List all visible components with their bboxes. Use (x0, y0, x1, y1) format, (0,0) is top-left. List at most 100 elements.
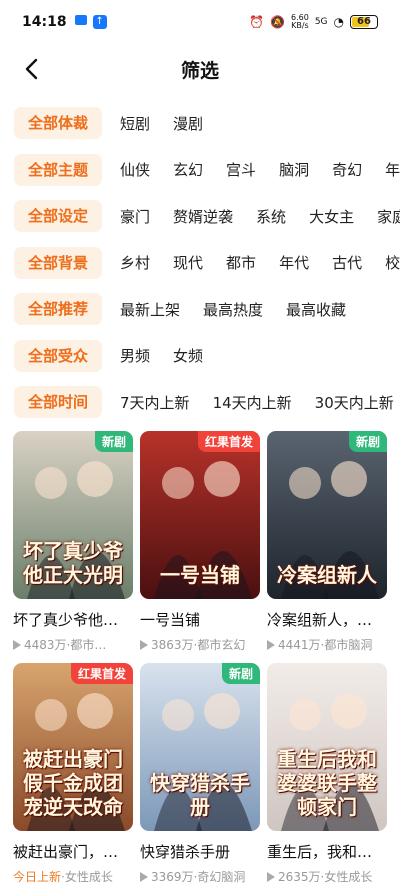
play-count-icon (140, 872, 148, 882)
poster-badge: 红果首发 (197, 431, 260, 452)
header: 筛选 (0, 44, 400, 94)
filter-option[interactable]: 校园 (385, 252, 400, 273)
filter-row: 全部背景乡村 现代 都市 年代 古代 校园 (0, 240, 400, 287)
drama-meta: 4483万·都市… (13, 636, 133, 653)
filter-chip-selected[interactable]: 全部体裁 (14, 107, 103, 140)
filter-option[interactable]: 30天内上新 (315, 392, 394, 413)
filter-option[interactable]: 短剧 (120, 113, 150, 134)
filter-chip-selected[interactable]: 全部主题 (14, 153, 103, 186)
filter-option[interactable]: 古代 (332, 252, 362, 273)
filter-option[interactable]: 都市 (226, 252, 256, 273)
filter-option[interactable]: 玄幻 (173, 159, 203, 180)
signal-icon: 5G (314, 17, 328, 27)
filter-chip-selected[interactable]: 全部背景 (14, 246, 103, 279)
mute-icon: 🔕 (270, 15, 285, 29)
drama-poster[interactable]: 坏了真少爷他正大光明 新剧 (13, 431, 133, 599)
drama-meta: 2635万·女性成长 (267, 868, 387, 885)
genre-tags: 都市玄幻 (197, 638, 246, 652)
filter-row: 全部受众 男频 女频 (0, 333, 400, 380)
filter-option[interactable]: 漫剧 (173, 113, 203, 134)
play-count: 3369万 (151, 870, 194, 884)
drama-title[interactable]: 重生后，我和… (267, 841, 387, 862)
poster-title-art: 被赶出豪门假千金成团宠逆天改命 (23, 747, 123, 819)
filter-chip-selected[interactable]: 全部时间 (14, 386, 103, 419)
filter-row: 全部主题仙侠 玄幻 宫斗 脑洞 奇幻 年代 (0, 147, 400, 194)
genre-tags: 都市脑洞 (324, 638, 373, 652)
play-count: 4441万 (278, 638, 321, 652)
filter-row: 全部体裁 短剧 漫剧 (0, 100, 400, 147)
filter-option[interactable]: 年代 (385, 159, 400, 180)
alarm-icon: ⏰ (249, 15, 265, 29)
filter-row: 全部时间 7天内上新 14天内上新 30天内上新 (0, 379, 400, 426)
drama-poster[interactable]: 一号当铺 红果首发 (140, 431, 260, 599)
play-count-icon (13, 640, 21, 650)
drama-poster[interactable]: 冷案组新人 新剧 (267, 431, 387, 599)
poster-title-art: 快穿猎杀手册 (150, 771, 250, 819)
filter-option[interactable]: 宫斗 (226, 159, 256, 180)
wifi-icon: ◔ (333, 15, 344, 29)
filter-option[interactable]: 最高热度 (203, 299, 263, 320)
drama-title[interactable]: 被赶出豪门，… (13, 841, 133, 862)
play-count-icon (267, 640, 275, 650)
drama-meta: 3863万·都市玄幻 (140, 636, 260, 653)
drama-title[interactable]: 快穿猎杀手册 (140, 841, 260, 862)
message-icon (74, 15, 87, 25)
poster-title-art: 一号当铺 (160, 563, 240, 587)
poster-badge: 红果首发 (70, 663, 133, 684)
filter-option[interactable]: 奇幻 (332, 159, 362, 180)
filter-chip-selected[interactable]: 全部推荐 (14, 293, 103, 326)
drama-title[interactable]: 冷案组新人，… (267, 609, 387, 630)
filter-option[interactable]: 仙侠 (120, 159, 150, 180)
new-today-label: 今日上新 (13, 870, 62, 884)
drama-title[interactable]: 坏了真少爷他… (13, 609, 133, 630)
status-bar: 14:18 ↑ ⏰ 🔕 6.60 KB/s 5G ◔ 66 (0, 0, 400, 44)
genre-tags: 女性成长 (64, 870, 113, 884)
page-title: 筛选 (180, 59, 219, 82)
filter-option[interactable]: 家庭 (377, 206, 400, 227)
drama-card[interactable]: 被赶出豪门假千金成团宠逆天改命 红果首发被赶出豪门，… 今日上新·女性成长 (13, 663, 133, 885)
play-count: 2635万 (278, 870, 321, 884)
poster-badge: 新剧 (94, 431, 133, 452)
filter-row: 全部推荐 最新上架 最高热度 最高收藏 (0, 286, 400, 333)
drama-meta: 3369万·奇幻脑洞 (140, 868, 260, 885)
drama-poster[interactable]: 被赶出豪门假千金成团宠逆天改命 红果首发 (13, 663, 133, 831)
filter-option[interactable]: 大女主 (309, 206, 354, 227)
poster-title-art: 重生后我和婆婆联手整顿家门 (277, 747, 377, 819)
play-count-icon (267, 872, 275, 882)
drama-card[interactable]: 快穿猎杀手册 新剧 快穿猎杀手册 3369万·奇幻脑洞 (140, 663, 260, 885)
drama-meta: 4441万·都市脑洞 (267, 636, 387, 653)
filter-option[interactable]: 年代 (279, 252, 309, 273)
poster-title-art: 冷案组新人 (277, 563, 377, 587)
filter-row: 全部设定 豪门 赘婿逆袭 系统 大女主 家庭 (0, 193, 400, 240)
filter-option[interactable]: 现代 (173, 252, 203, 273)
poster-badge: 新剧 (348, 431, 387, 452)
drama-title[interactable]: 一号当铺 (140, 609, 260, 630)
poster-title-art: 坏了真少爷他正大光明 (23, 539, 123, 587)
genre-tags: 女性成长 (324, 870, 373, 884)
genre-tags: 都市… (70, 638, 107, 652)
filter-option[interactable]: 豪门 (120, 206, 150, 227)
status-time: 14:18 (22, 14, 67, 30)
filter-option[interactable]: 乡村 (120, 252, 150, 273)
back-arrow-icon[interactable] (20, 56, 46, 82)
drama-poster[interactable]: 重生后我和婆婆联手整顿家门 (267, 663, 387, 831)
filter-chip-selected[interactable]: 全部设定 (14, 200, 103, 233)
filter-option[interactable]: 最新上架 (120, 299, 180, 320)
filter-option[interactable]: 赘婿逆袭 (173, 206, 233, 227)
filter-option[interactable]: 最高收藏 (286, 299, 346, 320)
battery-icon: 66 (350, 15, 378, 29)
filter-option[interactable]: 脑洞 (279, 159, 309, 180)
filter-chip-selected[interactable]: 全部受众 (14, 339, 103, 372)
filter-option[interactable]: 7天内上新 (120, 392, 190, 413)
filter-option[interactable]: 女频 (173, 345, 203, 366)
drama-card[interactable]: 一号当铺 红果首发一号当铺 3863万·都市玄幻 (140, 431, 260, 653)
drama-card[interactable]: 重生后我和婆婆联手整顿家门重生后，我和… 2635万·女性成长 (267, 663, 387, 885)
filter-option[interactable]: 系统 (256, 206, 286, 227)
filter-option[interactable]: 14天内上新 (213, 392, 292, 413)
filter-option[interactable]: 男频 (120, 345, 150, 366)
net-speed: 6.60 KB/s (291, 13, 309, 30)
drama-meta: 今日上新·女性成长 (13, 868, 133, 885)
drama-card[interactable]: 冷案组新人 新剧冷案组新人，… 4441万·都市脑洞 (267, 431, 387, 653)
drama-card[interactable]: 坏了真少爷他正大光明 新剧坏了真少爷他… 4483万·都市… (13, 431, 133, 653)
drama-poster[interactable]: 快穿猎杀手册 新剧 (140, 663, 260, 831)
